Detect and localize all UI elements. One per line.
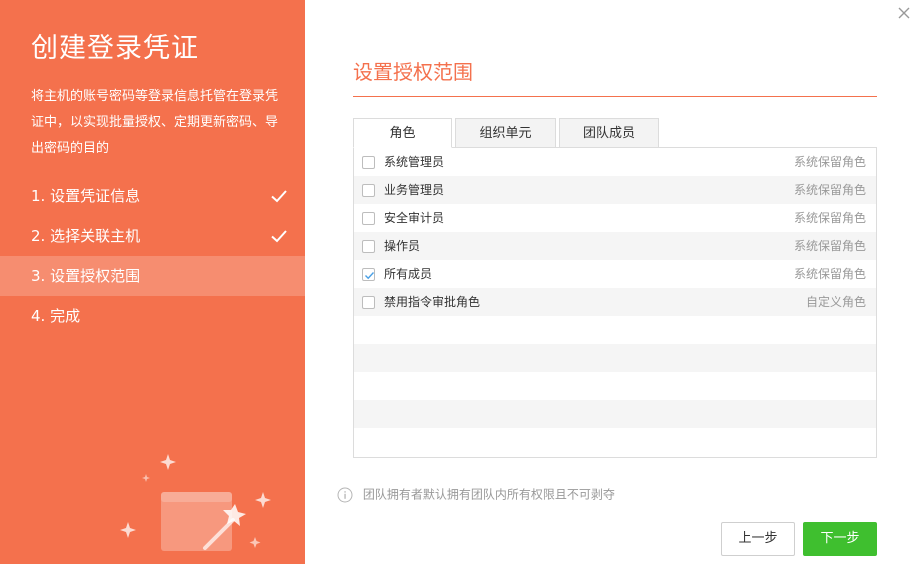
row-checkbox-checked[interactable] xyxy=(362,268,375,281)
role-name: 系统管理员 xyxy=(384,155,445,169)
prev-step-button[interactable]: 上一步 xyxy=(721,522,795,556)
empty-row xyxy=(354,316,876,344)
table-row[interactable]: 操作员 系统保留角色 xyxy=(354,232,876,260)
row-checkbox[interactable] xyxy=(362,296,375,309)
role-type: 系统保留角色 xyxy=(793,239,866,253)
permission-notice: 团队拥有者默认拥有团队内所有权限且不可剥夺 xyxy=(337,486,615,503)
roles-table: 系统管理员 系统保留角色 业务管理员 系统保留角色 安全审计员 系统保留角色 操… xyxy=(353,147,877,458)
check-icon xyxy=(271,230,287,243)
empty-row xyxy=(354,372,876,400)
role-type: 系统保留角色 xyxy=(793,155,866,169)
table-row[interactable]: 禁用指令审批角色 自定义角色 xyxy=(354,288,876,316)
empty-row xyxy=(354,344,876,372)
role-type: 自定义角色 xyxy=(805,295,866,309)
role-name: 安全审计员 xyxy=(384,211,445,225)
role-name: 所有成员 xyxy=(384,267,433,281)
empty-row xyxy=(354,428,876,456)
section-title: 设置授权范围 xyxy=(353,60,473,84)
magic-wand-illustration xyxy=(120,454,271,551)
role-name: 操作员 xyxy=(384,239,421,253)
step-2: 2. 选择关联主机 xyxy=(0,216,305,256)
wizard-description: 将主机的账号密码等登录信息托管在登录凭证中，以实现批量授权、定期更新密码、导出密… xyxy=(31,89,279,156)
wizard-sidebar: 创建登录凭证 将主机的账号密码等登录信息托管在登录凭证中，以实现批量授权、定期更… xyxy=(0,0,305,564)
table-row[interactable]: 业务管理员 系统保留角色 xyxy=(354,176,876,204)
tab-roles[interactable]: 角色 xyxy=(353,118,452,148)
table-row[interactable]: 系统管理员 系统保留角色 xyxy=(354,148,876,176)
step-label: 1. 设置凭证信息 xyxy=(31,187,141,205)
wizard-steps: 1. 设置凭证信息 2. 选择关联主机 3. 设置授权范围 4. 完成 xyxy=(0,176,305,336)
section-divider xyxy=(353,96,877,97)
wizard-title: 创建登录凭证 xyxy=(31,33,199,64)
row-checkbox[interactable] xyxy=(362,240,375,253)
tab-team-members[interactable]: 团队成员 xyxy=(559,118,659,148)
empty-row xyxy=(354,400,876,428)
role-type: 系统保留角色 xyxy=(793,211,866,225)
step-4: 4. 完成 xyxy=(0,296,305,336)
role-name: 业务管理员 xyxy=(384,183,445,197)
row-checkbox[interactable] xyxy=(362,156,375,169)
step-label: 4. 完成 xyxy=(31,307,81,325)
table-row[interactable]: 所有成员 系统保留角色 xyxy=(354,260,876,288)
check-icon xyxy=(271,190,287,203)
role-name: 禁用指令审批角色 xyxy=(384,295,481,309)
tab-org-units[interactable]: 组织单元 xyxy=(455,118,556,148)
close-icon[interactable] xyxy=(897,6,911,20)
step-3: 3. 设置授权范围 xyxy=(0,256,305,296)
step-label: 2. 选择关联主机 xyxy=(31,227,141,245)
check-icon xyxy=(365,272,375,280)
create-credential-dialog: 创建登录凭证 将主机的账号密码等登录信息托管在登录凭证中，以实现批量授权、定期更… xyxy=(0,0,917,564)
info-icon xyxy=(337,487,353,502)
step-label: 3. 设置授权范围 xyxy=(31,267,141,285)
role-type: 系统保留角色 xyxy=(793,267,866,281)
notice-text: 团队拥有者默认拥有团队内所有权限且不可剥夺 xyxy=(362,487,615,502)
table-row[interactable]: 安全审计员 系统保留角色 xyxy=(354,204,876,232)
row-checkbox[interactable] xyxy=(362,212,375,225)
step-1: 1. 设置凭证信息 xyxy=(0,176,305,216)
next-step-button[interactable]: 下一步 xyxy=(803,522,877,556)
row-checkbox[interactable] xyxy=(362,184,375,197)
role-type: 系统保留角色 xyxy=(793,183,866,197)
